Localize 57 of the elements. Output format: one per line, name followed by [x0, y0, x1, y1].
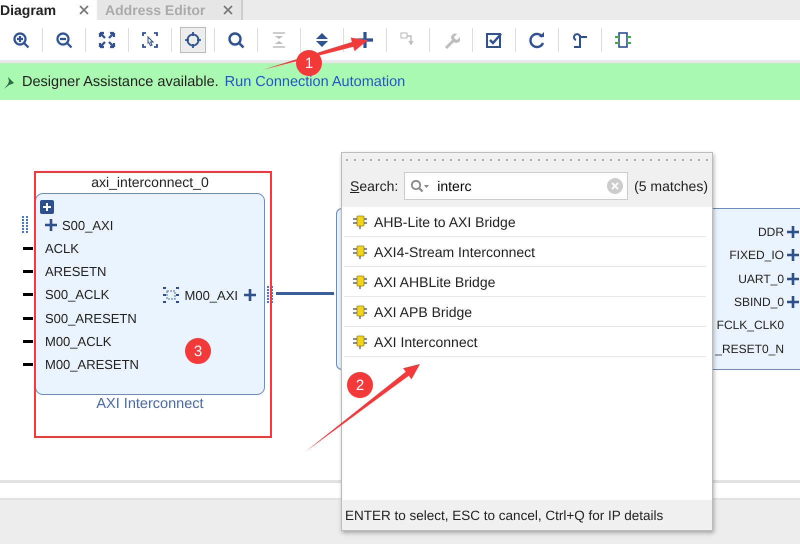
port-label: _RESET0_N — [715, 342, 784, 356]
bus-port-icon — [267, 286, 273, 304]
close-icon[interactable] — [223, 5, 233, 15]
port-label: DDR — [758, 225, 784, 239]
regenerate-icon — [571, 31, 589, 49]
port-label: ARESETN — [45, 264, 106, 280]
plus-icon[interactable] — [787, 272, 799, 285]
block-instance-name: axi_interconnect_0 — [90, 174, 210, 190]
tab[interactable]: Diagram — [0, 0, 97, 20]
block-type-name: AXI Interconnect — [95, 396, 205, 412]
bus-interface-icon — [162, 287, 179, 303]
refresh-icon — [528, 31, 546, 49]
collapse-icon — [270, 31, 288, 49]
chip-icon — [352, 244, 368, 258]
chip-icon — [352, 214, 368, 228]
keyboard-hint: ENTER to select, ESC to cancel, Ctrl+Q for IP details — [342, 500, 712, 530]
plus-icon[interactable] — [45, 219, 57, 231]
expand-icon[interactable] — [40, 200, 54, 214]
close-icon[interactable] — [79, 5, 89, 15]
port-label: UART_0 — [738, 272, 784, 286]
drag-handle[interactable] — [342, 153, 712, 165]
port-label: S00_ACLK — [45, 287, 110, 302]
search-label: Search: — [350, 178, 398, 194]
port-label: S00_ARESETN — [45, 310, 137, 326]
port-label: S00_AXI — [62, 218, 114, 232]
search-icon[interactable] — [410, 179, 430, 193]
chip-icon — [614, 31, 632, 49]
crosshair-button[interactable] — [180, 27, 206, 53]
crosshair-icon — [184, 31, 202, 49]
plus-icon[interactable] — [244, 289, 256, 301]
pin-icon — [2, 74, 16, 88]
search-icon — [227, 31, 245, 49]
match-count: (5 matches) — [634, 178, 708, 194]
chip-icon — [352, 334, 368, 348]
zoom-area-icon — [141, 31, 159, 49]
search-field[interactable]: interc — [404, 172, 628, 200]
plus-icon[interactable] — [787, 226, 799, 238]
port-label: M00_ACLK — [45, 334, 112, 349]
plus-icon[interactable] — [787, 249, 799, 262]
port-label: FIXED_IO — [729, 248, 784, 262]
port-label: M00_AXI — [184, 288, 238, 302]
chip-icon — [352, 274, 368, 288]
port-label: M00_ARESETN — [45, 357, 139, 372]
add-icon — [356, 31, 374, 49]
connection-wire — [276, 292, 334, 295]
fit-icon — [98, 31, 116, 49]
port-label: FCLK_CLK0 — [716, 318, 784, 332]
validate-icon — [485, 31, 503, 49]
bus-port-icon — [22, 216, 28, 234]
chip-icon — [352, 304, 368, 318]
port-label: SBIND_0 — [734, 294, 784, 309]
port-label: ACLK — [45, 240, 79, 256]
zoom-in-icon — [12, 31, 30, 49]
zoom-out-icon — [55, 31, 73, 49]
assistance-message: Designer Assistance available. — [22, 74, 219, 90]
connection-automation-link[interactable]: Run Connection Automation — [224, 74, 406, 90]
plus-icon[interactable] — [787, 296, 799, 308]
